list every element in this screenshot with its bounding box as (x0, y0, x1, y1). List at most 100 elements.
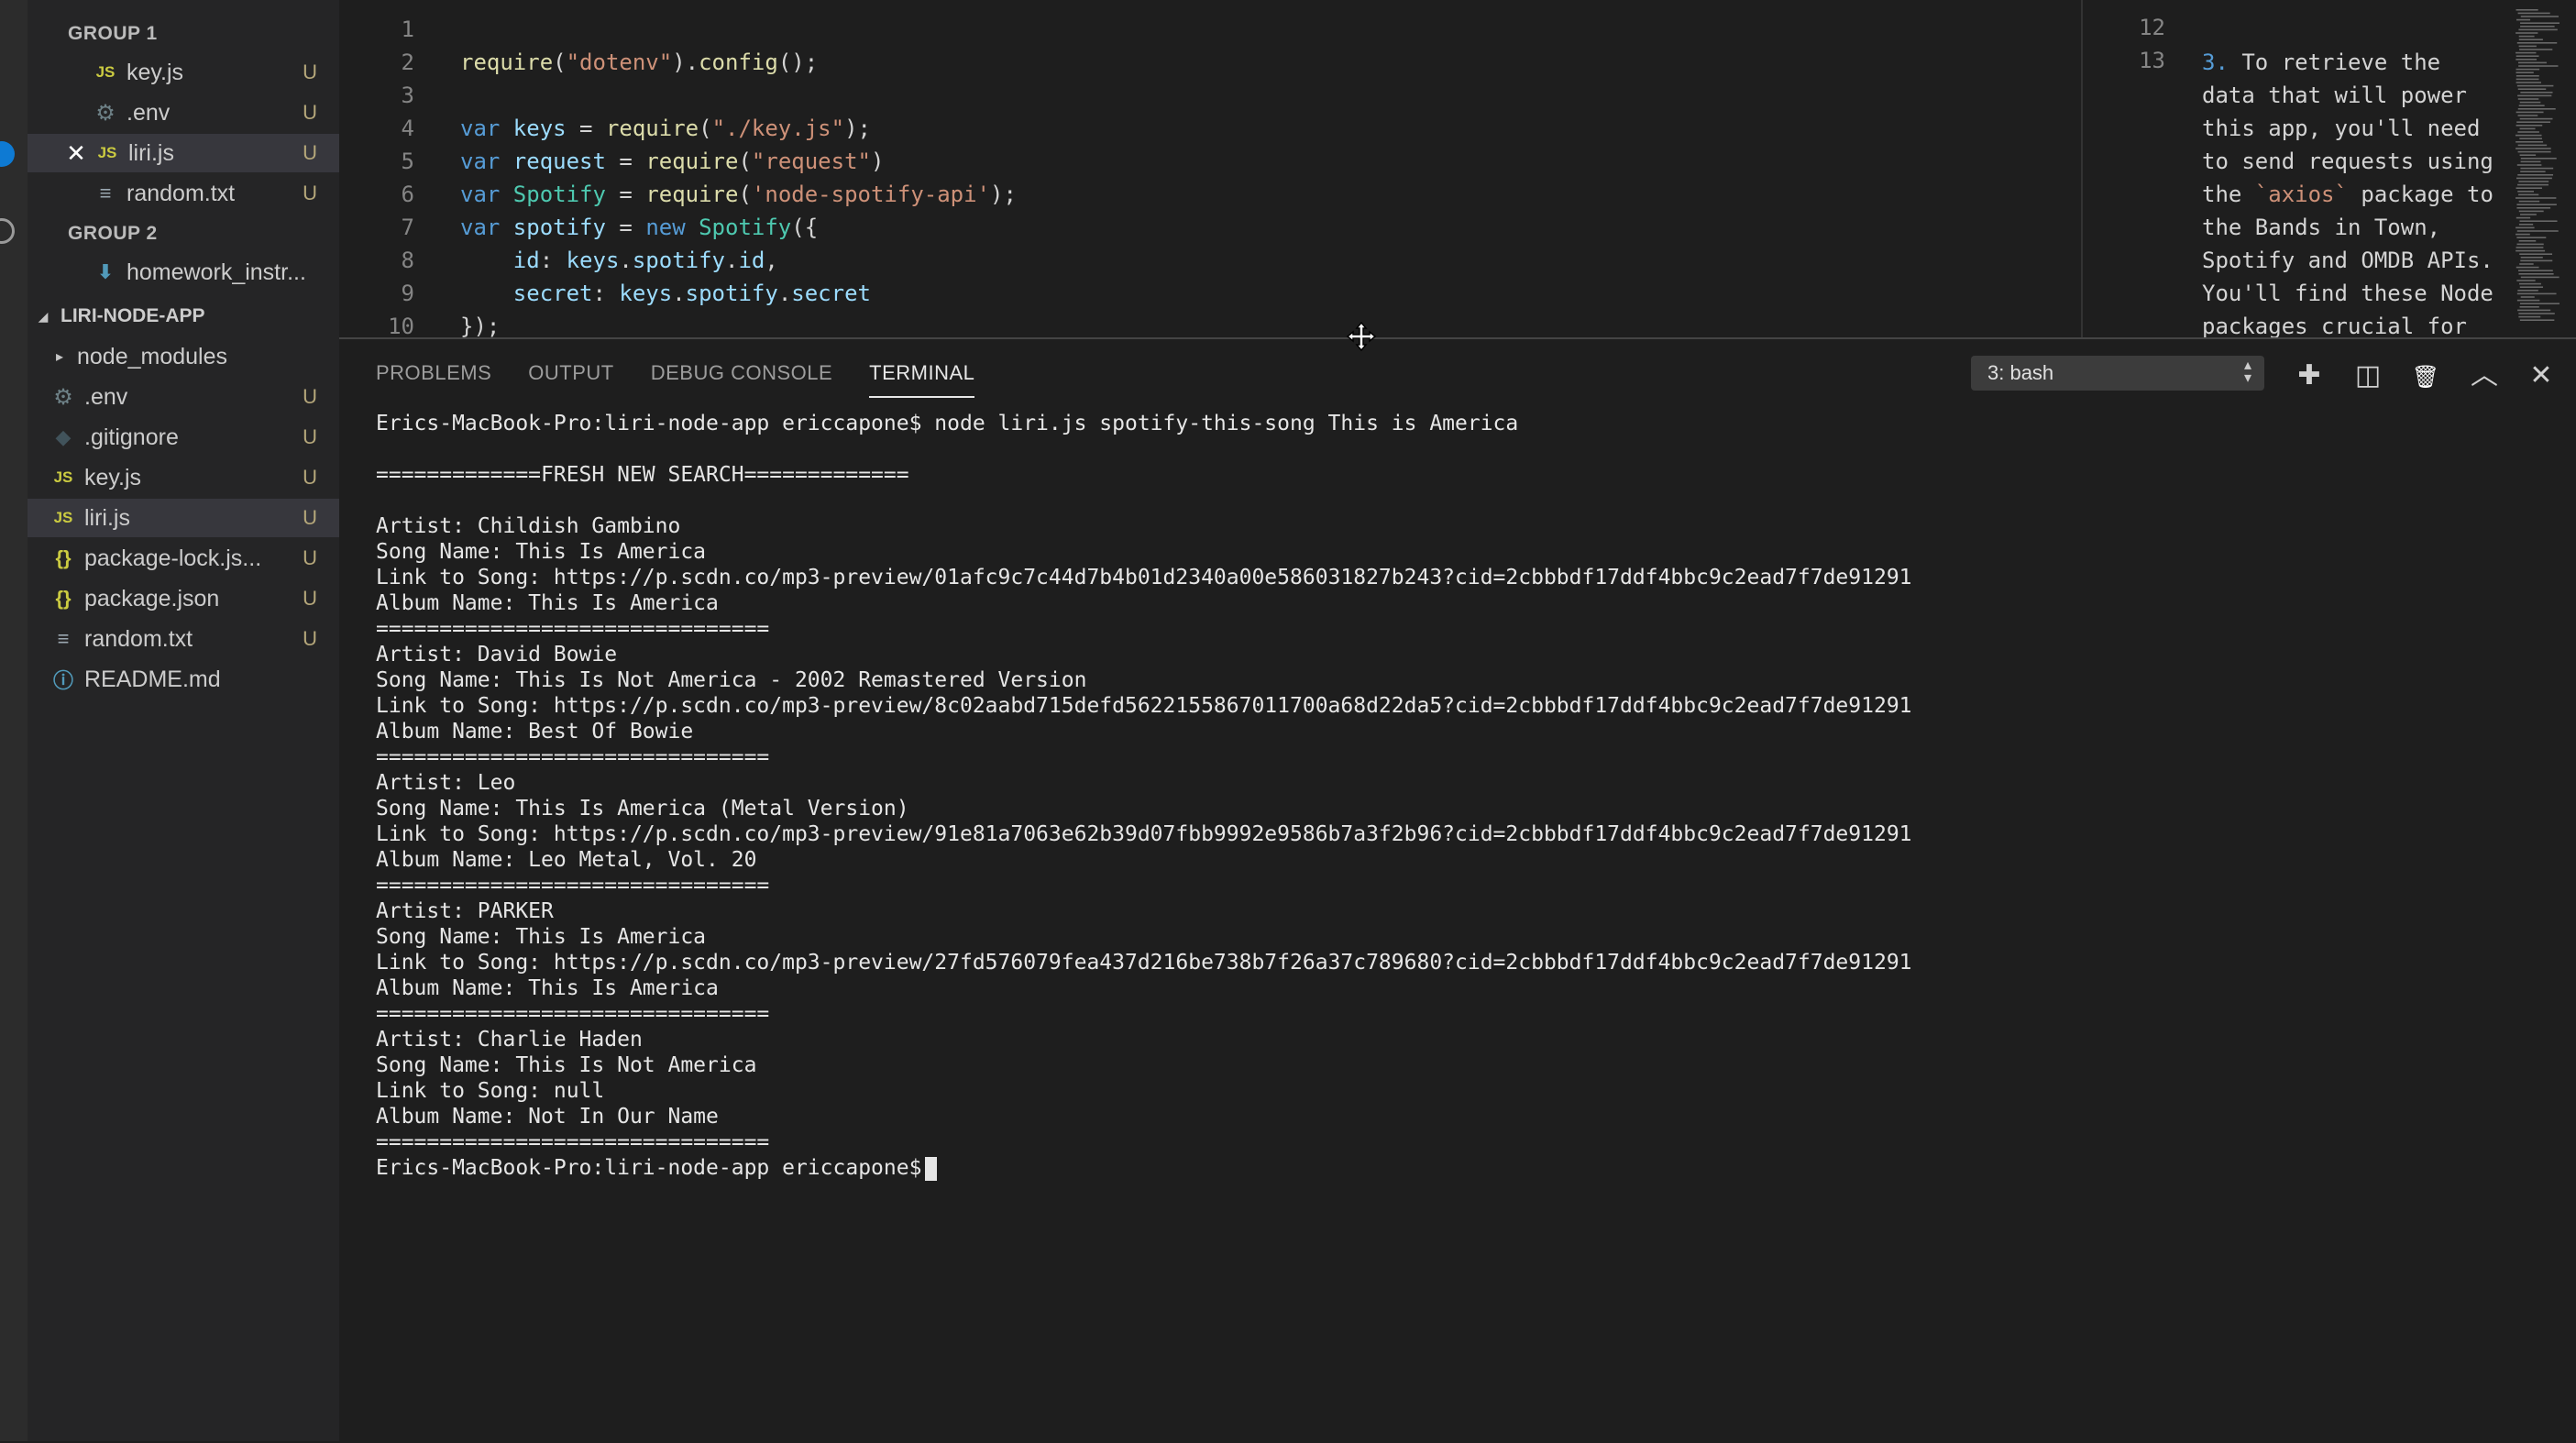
git-status-badge: U (303, 587, 317, 610)
minimap-line (2518, 35, 2535, 38)
code-token: require (460, 50, 554, 75)
minimap-line (2519, 154, 2537, 156)
minimap-line (2516, 230, 2559, 232)
minimap-line (2516, 243, 2544, 246)
markdown-token: `axios` (2254, 182, 2348, 207)
explorer-item[interactable]: ⚙ .env U (28, 378, 339, 416)
close-icon[interactable]: ✕ (64, 139, 88, 168)
editor-group-header[interactable]: GROUP 2 (28, 215, 339, 253)
code-line: secret: keys.spotify.secret (460, 281, 871, 306)
chevron-up-icon: ︿ (2471, 360, 2498, 391)
new-terminal-button[interactable]: ✚ (2293, 359, 2326, 392)
tab-terminal[interactable]: TERMINAL (869, 361, 975, 398)
minimap-line (2520, 171, 2546, 172)
minimap-line (2519, 263, 2534, 265)
git-file-icon: ◆ (55, 425, 72, 448)
explorer-item[interactable]: ⓘ README.md (28, 660, 339, 699)
tab-problems[interactable]: PROBLEMS (376, 361, 491, 398)
explorer-item[interactable]: ◆ .gitignore U (28, 418, 339, 457)
minimap-line (2515, 82, 2541, 83)
explorer-item[interactable]: ▸ node_modules (28, 337, 339, 376)
group-label: GROUP 1 (68, 23, 158, 44)
minimap-line (2517, 174, 2554, 176)
minimap-line (2518, 105, 2545, 106)
code-token: id (738, 248, 765, 273)
code-token: ( (738, 182, 752, 207)
git-status-badge: U (303, 466, 317, 489)
code-editor[interactable]: 1 2 3 4 5 6 7 8 9 10 require("dotenv").config(); va… (339, 0, 2081, 337)
explorer-item[interactable]: ≡ random.txt U (28, 620, 339, 658)
code-token: = (566, 116, 606, 141)
tab-debug-console[interactable]: DEBUG CONSOLE (651, 361, 832, 398)
markdown-editor-pane[interactable]: 12 13 3. To retrieve the data that will … (2081, 0, 2576, 337)
file-name: liri.js (128, 139, 174, 166)
explorer-item[interactable]: JS key.js U (28, 458, 339, 497)
maximize-panel-button[interactable]: ︿ (2468, 359, 2501, 392)
close-panel-button[interactable]: ✕ (2525, 359, 2558, 392)
code-line: require("dotenv").config(); (460, 50, 818, 75)
code-token: spotify (632, 248, 726, 273)
project-section-header[interactable]: ◢ LIRI-NODE-APP (28, 297, 339, 336)
code-token: ( (553, 50, 567, 75)
minimap-line (2515, 59, 2537, 61)
minimap-line (2518, 210, 2544, 213)
minimap-line (2518, 224, 2534, 226)
open-editor-item[interactable]: ≡ random.txt U (28, 174, 339, 213)
minimap-line (2520, 160, 2541, 163)
minimap-line (2515, 197, 2557, 199)
editor-group-header[interactable]: GROUP 1 (28, 15, 339, 53)
minimap-line (2516, 42, 2558, 44)
minimap-line (2516, 237, 2547, 238)
git-status-badge: U (303, 627, 317, 650)
minimap-line (2515, 55, 2539, 57)
file-name: random.txt (84, 625, 193, 652)
terminal-prompt-line: Erics-MacBook-Pro:liri-node-app ericcapo… (376, 1155, 1912, 1181)
code-token: "request" (751, 149, 871, 174)
notification-badge-icon[interactable] (0, 141, 15, 167)
open-editor-item[interactable]: JS key.js U (28, 53, 339, 92)
code-token: ( (738, 149, 752, 174)
kill-terminal-button[interactable]: 🗑 (2409, 359, 2442, 392)
tab-output[interactable]: OUTPUT (528, 361, 613, 398)
code-token: : (539, 248, 567, 273)
terminal-line: Artist: Childish Gambino (376, 514, 681, 538)
javascript-file-icon: JS (53, 468, 73, 486)
activity-ring-icon[interactable] (0, 218, 15, 244)
minimap-line (2515, 226, 2535, 229)
chevron-right-icon: ▸ (55, 349, 64, 365)
minimap-line (2518, 270, 2553, 271)
select-arrows-icon: ▴ ▾ (2243, 358, 2251, 386)
open-editor-item[interactable]: ⬇ homework_instr... (28, 253, 339, 292)
file-name: key.js (84, 464, 142, 490)
minimap-line (2517, 12, 2550, 15)
minimap-line (2520, 16, 2559, 17)
code-token: . (777, 281, 792, 306)
code-line: var spotify = new Spotify({ (460, 215, 818, 240)
terminal-select[interactable]: 3: bash ▴ ▾ (1971, 356, 2264, 391)
terminal-select-value: 3: bash (1987, 361, 2054, 384)
plus-icon: ✚ (2297, 360, 2321, 391)
open-editor-item[interactable]: ⚙ .env U (28, 94, 339, 132)
explorer-item[interactable]: JS liri.js U (28, 499, 339, 537)
git-status-badge: U (303, 385, 317, 408)
git-status-badge: U (303, 425, 317, 448)
git-status-badge: U (303, 101, 317, 124)
code-token: ); (990, 182, 1017, 207)
chevron-down-icon: ◢ (38, 308, 49, 324)
code-token: . (725, 248, 739, 273)
explorer-item[interactable]: {} package.json U (28, 579, 339, 618)
terminal-output[interactable]: Erics-MacBook-Pro:liri-node-app ericcapo… (376, 411, 1912, 1181)
code-token: request (512, 149, 606, 174)
minimap-line (2518, 45, 2537, 48)
minimap-line (2515, 249, 2546, 252)
explorer-item[interactable]: {} package-lock.js... U (28, 539, 339, 578)
open-editor-item[interactable]: ✕ JS liri.js U (28, 134, 339, 172)
minimap-line (2519, 303, 2559, 304)
file-name: liri.js (84, 504, 130, 531)
split-terminal-button[interactable]: ◫ (2351, 359, 2384, 392)
code-token: ( (699, 116, 712, 141)
minimap-line (2515, 68, 2540, 71)
markdown-minimap[interactable] (2514, 9, 2559, 330)
file-name: .env (127, 99, 171, 126)
